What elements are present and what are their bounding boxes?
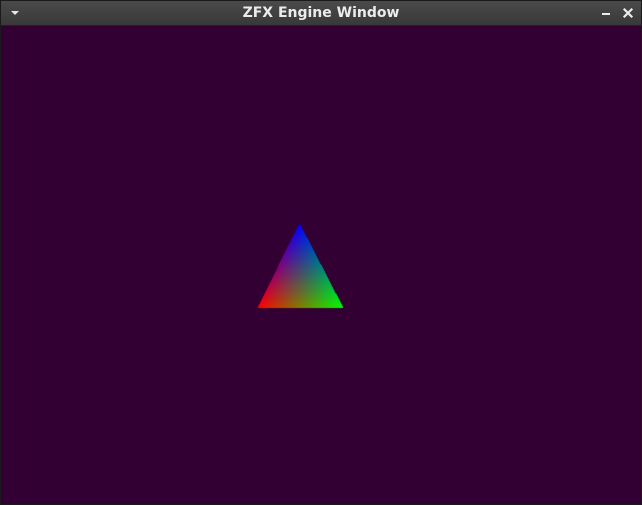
title-bar[interactable]: ZFX Engine Window	[1, 1, 641, 26]
close-icon	[621, 6, 635, 20]
close-button[interactable]	[621, 6, 635, 20]
app-window: ZFX Engine Window	[0, 0, 642, 505]
render-viewport[interactable]	[1, 26, 641, 504]
rgb-triangle	[1, 26, 641, 504]
minimize-icon	[599, 6, 613, 20]
minimize-button[interactable]	[599, 6, 613, 20]
window-title: ZFX Engine Window	[242, 5, 400, 21]
